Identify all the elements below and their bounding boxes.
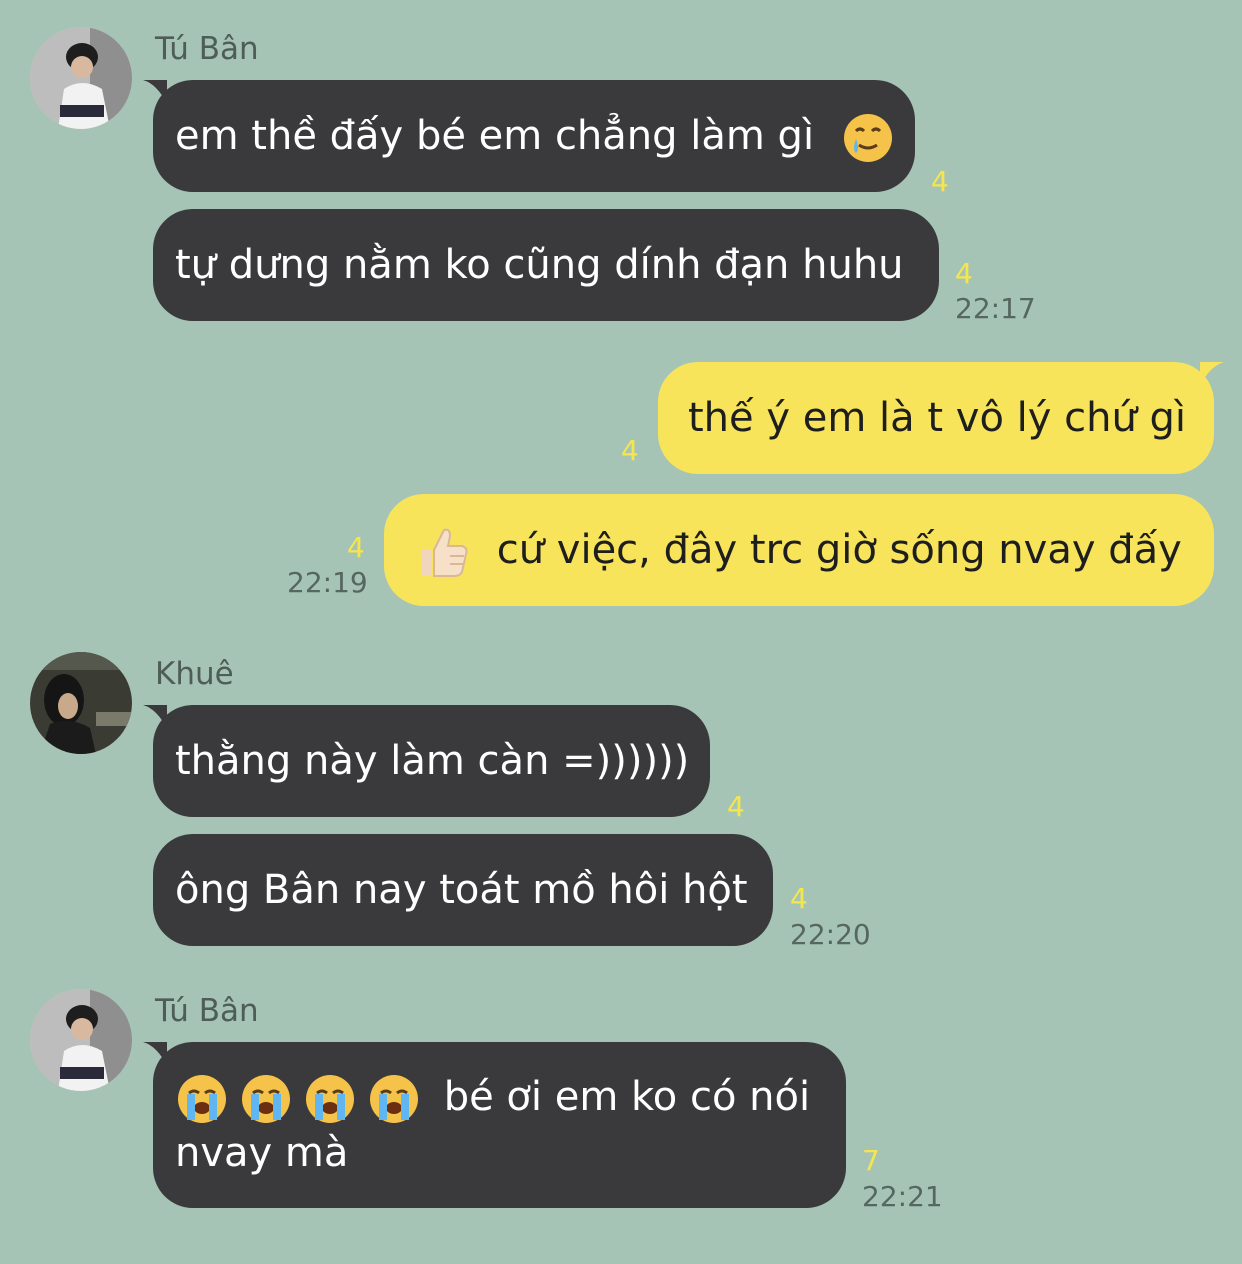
message-text-line1: bé ơi em ko có nói [443, 1074, 811, 1120]
unread-count: 4 [955, 257, 973, 290]
unread-count: 4 [347, 531, 365, 564]
timestamp: 22:17 [955, 292, 1036, 325]
loudly-crying-emoji [303, 1072, 357, 1126]
message-bubble[interactable]: thế ý em là t vô lý chứ gì [658, 362, 1214, 474]
message-text: ông Bân nay toát mồ hôi hột [175, 867, 748, 913]
crying-smile-emoji [841, 111, 895, 165]
timestamp: 22:21 [862, 1180, 943, 1213]
sender-name: Tú Bân [155, 993, 259, 1029]
message-text: thế ý em là t vô lý chứ gì [688, 395, 1187, 441]
loudly-crying-emoji [175, 1072, 229, 1126]
unread-count: 4 [727, 790, 745, 823]
loudly-crying-emoji [239, 1072, 293, 1126]
avatar-tu-ban[interactable] [30, 989, 132, 1091]
message-text: thằng này làm càn =)))))) [175, 738, 690, 784]
emoji-group [175, 1074, 431, 1123]
unread-count: 4 [931, 165, 949, 198]
message-text: em thề đấy bé em chẳng làm gì [175, 113, 815, 159]
message-bubble[interactable]: ông Bân nay toát mồ hôi hột [153, 834, 773, 946]
message-bubble[interactable]: em thề đấy bé em chẳng làm gì [153, 80, 915, 192]
avatar-khue[interactable] [30, 652, 132, 754]
thumbs-up-emoji [414, 524, 470, 580]
sender-name: Khuê [155, 656, 234, 692]
message-bubble[interactable]: bé ơi em ko có nói nvay mà [153, 1042, 846, 1208]
unread-count: 4 [621, 434, 639, 467]
message-text-line2: nvay mà [175, 1130, 349, 1176]
message-bubble[interactable]: cứ việc, đây trc giờ sống nvay đấy [384, 494, 1214, 606]
timestamp: 22:20 [790, 918, 871, 951]
message-text: cứ việc, đây trc giờ sống nvay đấy [496, 527, 1182, 573]
message-text: tự dưng nằm ko cũng dính đạn huhu [175, 242, 904, 288]
message-bubble[interactable]: thằng này làm càn =)))))) [153, 705, 710, 817]
avatar-tu-ban[interactable] [30, 27, 132, 129]
sender-name: Tú Bân [155, 31, 259, 67]
loudly-crying-emoji [367, 1072, 421, 1126]
unread-count: 7 [862, 1144, 880, 1177]
unread-count: 4 [790, 882, 808, 915]
timestamp: 22:19 [287, 566, 368, 599]
message-bubble[interactable]: tự dưng nằm ko cũng dính đạn huhu [153, 209, 939, 321]
